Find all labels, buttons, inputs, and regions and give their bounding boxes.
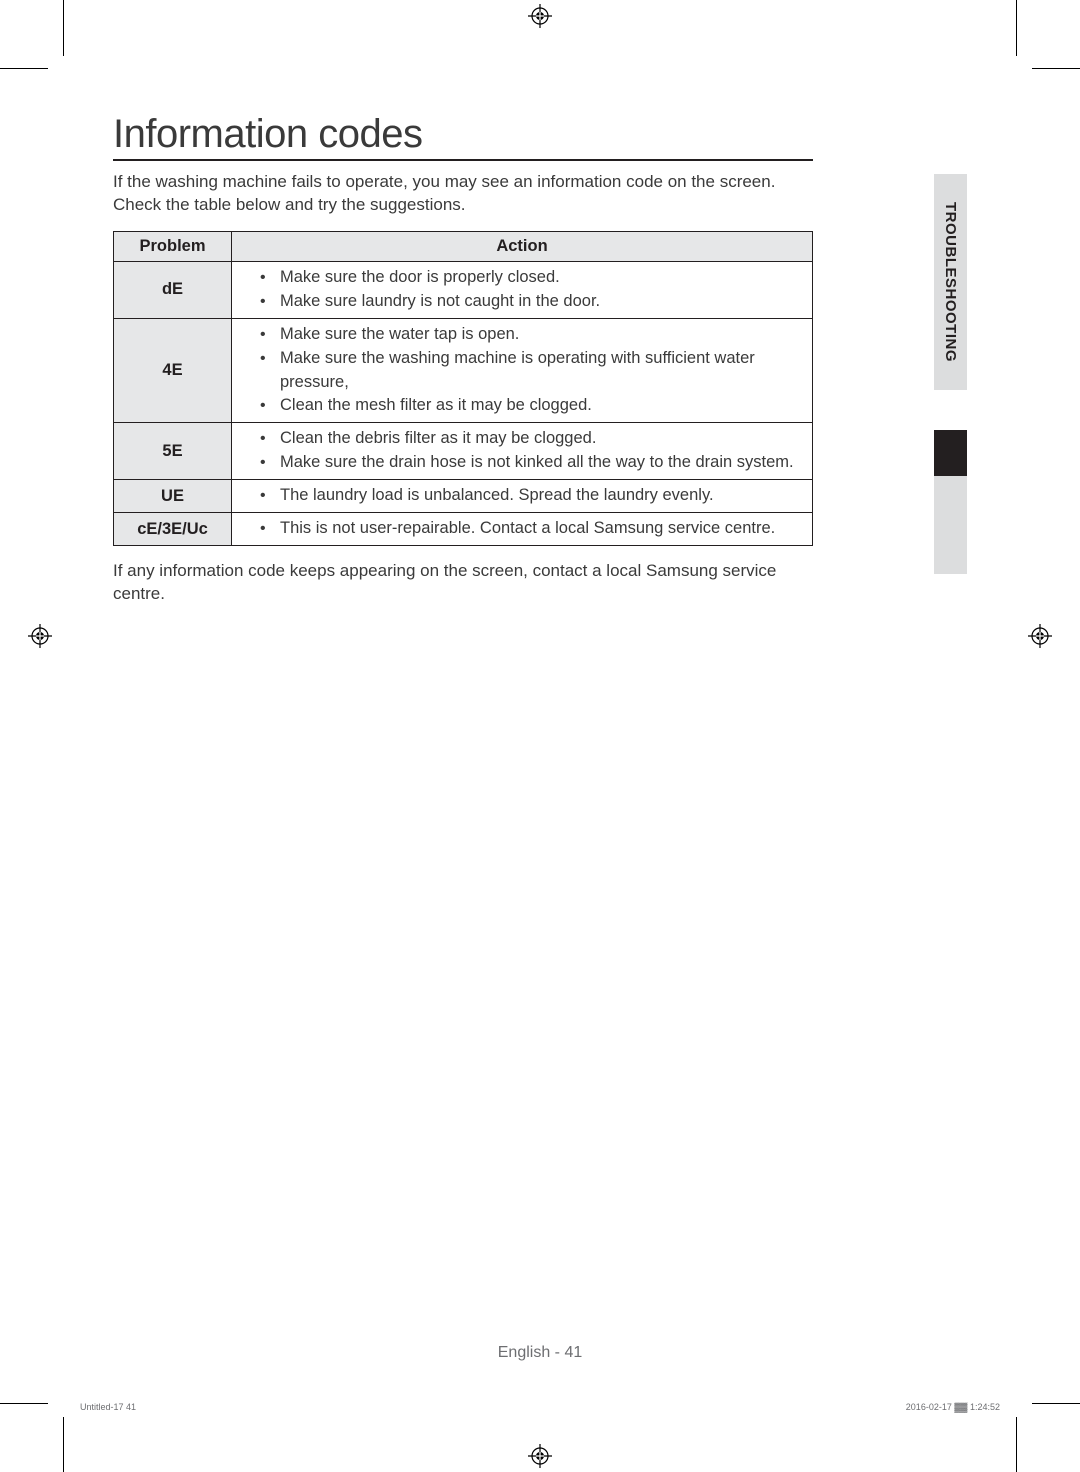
crop-mark bbox=[1032, 68, 1080, 69]
crop-mark bbox=[0, 1403, 48, 1404]
crop-mark bbox=[1016, 0, 1017, 56]
action-item: Clean the debris filter as it may be clo… bbox=[260, 427, 804, 451]
section-tab-filler bbox=[934, 476, 967, 574]
action-item: Clean the mesh filter as it may be clogg… bbox=[260, 394, 804, 418]
action-item: This is not user-repairable. Contact a l… bbox=[260, 517, 804, 541]
action-item: Make sure the door is properly closed. bbox=[260, 266, 804, 290]
registration-mark-icon bbox=[28, 624, 52, 648]
code-cell: dE bbox=[114, 261, 232, 318]
code-cell: cE/3E/Uc bbox=[114, 513, 232, 546]
table-row: 5E Clean the debris filter as it may be … bbox=[114, 423, 813, 480]
code-cell: 4E bbox=[114, 318, 232, 423]
action-item: Make sure the drain hose is not kinked a… bbox=[260, 451, 804, 475]
crop-mark bbox=[1032, 1403, 1080, 1404]
table-row: UE The laundry load is unbalanced. Sprea… bbox=[114, 480, 813, 513]
action-item: Make sure the washing machine is operati… bbox=[260, 347, 804, 395]
registration-mark-icon bbox=[528, 4, 552, 28]
table-row: dE Make sure the door is properly closed… bbox=[114, 261, 813, 318]
info-codes-table: Problem Action dE Make sure the door is … bbox=[113, 231, 813, 546]
action-cell: The laundry load is unbalanced. Spread t… bbox=[232, 480, 813, 513]
table-row: 4E Make sure the water tap is open. Make… bbox=[114, 318, 813, 423]
registration-mark-icon bbox=[528, 1444, 552, 1468]
page-number: English - 41 bbox=[0, 1344, 1080, 1362]
action-cell: Make sure the door is properly closed. M… bbox=[232, 261, 813, 318]
section-tab: TROUBLESHOOTING bbox=[934, 174, 967, 390]
registration-mark-icon bbox=[1028, 624, 1052, 648]
action-item: Make sure laundry is not caught in the d… bbox=[260, 290, 804, 314]
crop-mark bbox=[63, 0, 64, 56]
section-tab-marker bbox=[934, 430, 967, 476]
outro-paragraph: If any information code keeps appearing … bbox=[113, 560, 813, 606]
page-title: Information codes bbox=[113, 112, 813, 161]
action-cell: Clean the debris filter as it may be clo… bbox=[232, 423, 813, 480]
action-item: Make sure the water tap is open. bbox=[260, 323, 804, 347]
header-action: Action bbox=[232, 231, 813, 261]
table-row: cE/3E/Uc This is not user-repairable. Co… bbox=[114, 513, 813, 546]
footer-left: Untitled-17 41 bbox=[80, 1402, 136, 1412]
action-cell: Make sure the water tap is open. Make su… bbox=[232, 318, 813, 423]
action-cell: This is not user-repairable. Contact a l… bbox=[232, 513, 813, 546]
action-item: The laundry load is unbalanced. Spread t… bbox=[260, 484, 804, 508]
table-header-row: Problem Action bbox=[114, 231, 813, 261]
crop-mark bbox=[63, 1417, 64, 1472]
intro-paragraph: If the washing machine fails to operate,… bbox=[113, 171, 813, 217]
footer-right: 2016-02-17 ▓▓ 1:24:52 bbox=[906, 1402, 1000, 1412]
crop-mark bbox=[0, 68, 48, 69]
section-tab-label: TROUBLESHOOTING bbox=[942, 202, 959, 362]
crop-mark bbox=[1016, 1417, 1017, 1472]
code-cell: UE bbox=[114, 480, 232, 513]
section-tab-group: TROUBLESHOOTING bbox=[934, 174, 967, 574]
code-cell: 5E bbox=[114, 423, 232, 480]
page-content: Information codes If the washing machine… bbox=[113, 112, 813, 606]
header-problem: Problem bbox=[114, 231, 232, 261]
